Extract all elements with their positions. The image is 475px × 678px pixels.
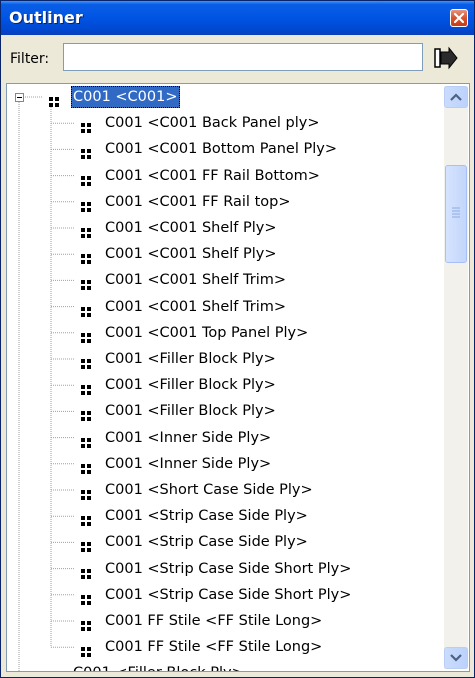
scroll-down-button[interactable] [444, 647, 468, 669]
tree-node-label: C001 <C001 FF Rail top> [105, 193, 291, 210]
filter-label: Filter: [10, 51, 50, 67]
component-icon [81, 433, 91, 448]
component-icon [81, 302, 91, 317]
tree-node-label: C001 <Filler Block Ply> [105, 403, 276, 420]
tree-node-label: C001 FF Stile <FF Stile Long> [105, 639, 323, 656]
component-icon [81, 380, 91, 396]
tree-node-child[interactable]: C001 FF Stile <FF Stile Long> [7, 610, 439, 632]
tree-node-label: C001 <C001 Back Panel ply> [105, 115, 320, 132]
component-icon [81, 328, 91, 343]
tree-node-child[interactable]: C001 <Inner Side Ply> [7, 453, 439, 475]
tree-node-child[interactable]: C001 <C001 Shelf Trim> [7, 296, 439, 318]
component-icon [81, 249, 91, 265]
tree-node-label: C001 <C001 Shelf Ply> [105, 246, 277, 263]
component-icon [81, 642, 91, 658]
component-icon [81, 354, 91, 369]
tree-node-label: C001 <C001> [71, 86, 180, 108]
component-icon [81, 537, 91, 553]
tree-node-root[interactable]: C001 <C001> [7, 86, 439, 108]
component-icon [81, 459, 91, 474]
tree-node-label: C001 <Inner Side Ply> [105, 455, 272, 472]
filter-arrow-icon [434, 46, 458, 70]
tree-node-child[interactable]: C001 <Filler Block Ply> [7, 348, 439, 370]
grip-icon [452, 207, 460, 218]
tree-node-child[interactable]: C001 <C001 Bottom Panel Ply> [7, 138, 439, 160]
tree-node-child[interactable]: C001 <Filler Block Ply> [7, 400, 439, 422]
tree-node-child[interactable]: C001 <Strip Case Side Short Ply> [7, 558, 439, 580]
filter-apply-button[interactable] [431, 45, 459, 71]
component-icon [81, 485, 91, 500]
tree-node-label: C001 <Filler Block Ply> [73, 662, 244, 671]
scroll-up-button[interactable] [444, 86, 468, 108]
tree-node-child[interactable]: C001 <C001 Shelf Ply> [7, 217, 439, 239]
tree-node-sibling[interactable]: C001 <Filler Block Ply> [7, 662, 439, 671]
filter-input[interactable] [63, 43, 423, 71]
chevron-up-icon [450, 93, 462, 101]
tree-node-child[interactable]: C001 <C001 Shelf Trim> [7, 269, 439, 291]
scroll-thumb[interactable] [445, 165, 467, 263]
component-icon [81, 564, 91, 579]
tree-node-child[interactable]: C001 <Strip Case Side Ply> [7, 531, 439, 553]
outliner-window: Outliner Filter: C001 <C001> C001 <C001 B… [0, 0, 475, 678]
component-icon [81, 197, 91, 212]
tree-node-label: C001 <Strip Case Side Ply> [105, 508, 308, 525]
component-icon [81, 144, 91, 160]
tree-node-child[interactable]: C001 <C001 Shelf Ply> [7, 243, 439, 265]
tree-node-label: C001 <C001 Shelf Trim> [105, 298, 287, 315]
tree-node-label: C001 <Filler Block Ply> [105, 377, 276, 394]
tree-node-label: C001 <Strip Case Side Short Ply> [105, 586, 352, 603]
tree-node-child[interactable]: C001 FF Stile <FF Stile Long> [7, 636, 439, 658]
filter-row: Filter: [1, 39, 474, 79]
component-icon [81, 406, 91, 422]
component-icon [81, 616, 91, 631]
component-icon [81, 223, 91, 238]
tree-node-child[interactable]: C001 <Inner Side Ply> [7, 427, 439, 449]
tree-node-child[interactable]: C001 <C001 FF Rail top> [7, 191, 439, 213]
component-icon [81, 171, 91, 186]
tree-node-child[interactable]: C001 <Strip Case Side Ply> [7, 505, 439, 527]
tree-node-label: C001 <C001 Shelf Trim> [105, 272, 287, 289]
close-icon [453, 12, 465, 24]
tree-node-label: C001 <Short Case Side Ply> [105, 482, 313, 498]
title-bar[interactable]: Outliner [1, 1, 474, 35]
vertical-scrollbar[interactable] [444, 86, 468, 669]
component-icon [49, 668, 59, 671]
component-icon [81, 275, 91, 291]
window-title: Outliner [9, 8, 83, 27]
tree-node-label: C001 <Strip Case Side Ply> [105, 534, 308, 551]
component-icon [49, 92, 59, 107]
tree-node-label: C001 <C001 Shelf Ply> [105, 220, 277, 236]
close-button[interactable] [450, 9, 468, 27]
tree-node-child[interactable]: C001 <C001 Top Panel Ply> [7, 322, 439, 344]
chevron-down-icon [450, 654, 462, 662]
component-icon [81, 590, 91, 605]
tree-node-label: C001 <C001 FF Rail Bottom> [105, 167, 320, 184]
component-icon [81, 118, 91, 134]
tree-node-label: C001 FF Stile <FF Stile Long> [105, 613, 323, 629]
tree-node-label: C001 <Inner Side Ply> [105, 429, 272, 446]
tree-node-child[interactable]: C001 <C001 Back Panel ply> [7, 112, 439, 134]
tree-node-child[interactable]: C001 <Short Case Side Ply> [7, 479, 439, 501]
tree-node-label: C001 <Filler Block Ply> [105, 351, 276, 367]
tree-node-label: C001 <C001 Top Panel Ply> [105, 324, 309, 341]
tree-node-label: C001 <C001 Bottom Panel Ply> [105, 141, 337, 158]
tree-node-child[interactable]: C001 <C001 FF Rail Bottom> [7, 165, 439, 187]
tree-node-label: C001 <Strip Case Side Short Ply> [105, 560, 352, 577]
outliner-tree[interactable]: C001 <C001> C001 <C001 Back Panel ply> C00… [6, 83, 470, 672]
minus-box-icon[interactable] [15, 93, 24, 102]
component-icon [81, 511, 91, 527]
tree-node-child[interactable]: C001 <Strip Case Side Short Ply> [7, 584, 439, 606]
tree-node-child[interactable]: C001 <Filler Block Ply> [7, 374, 439, 396]
